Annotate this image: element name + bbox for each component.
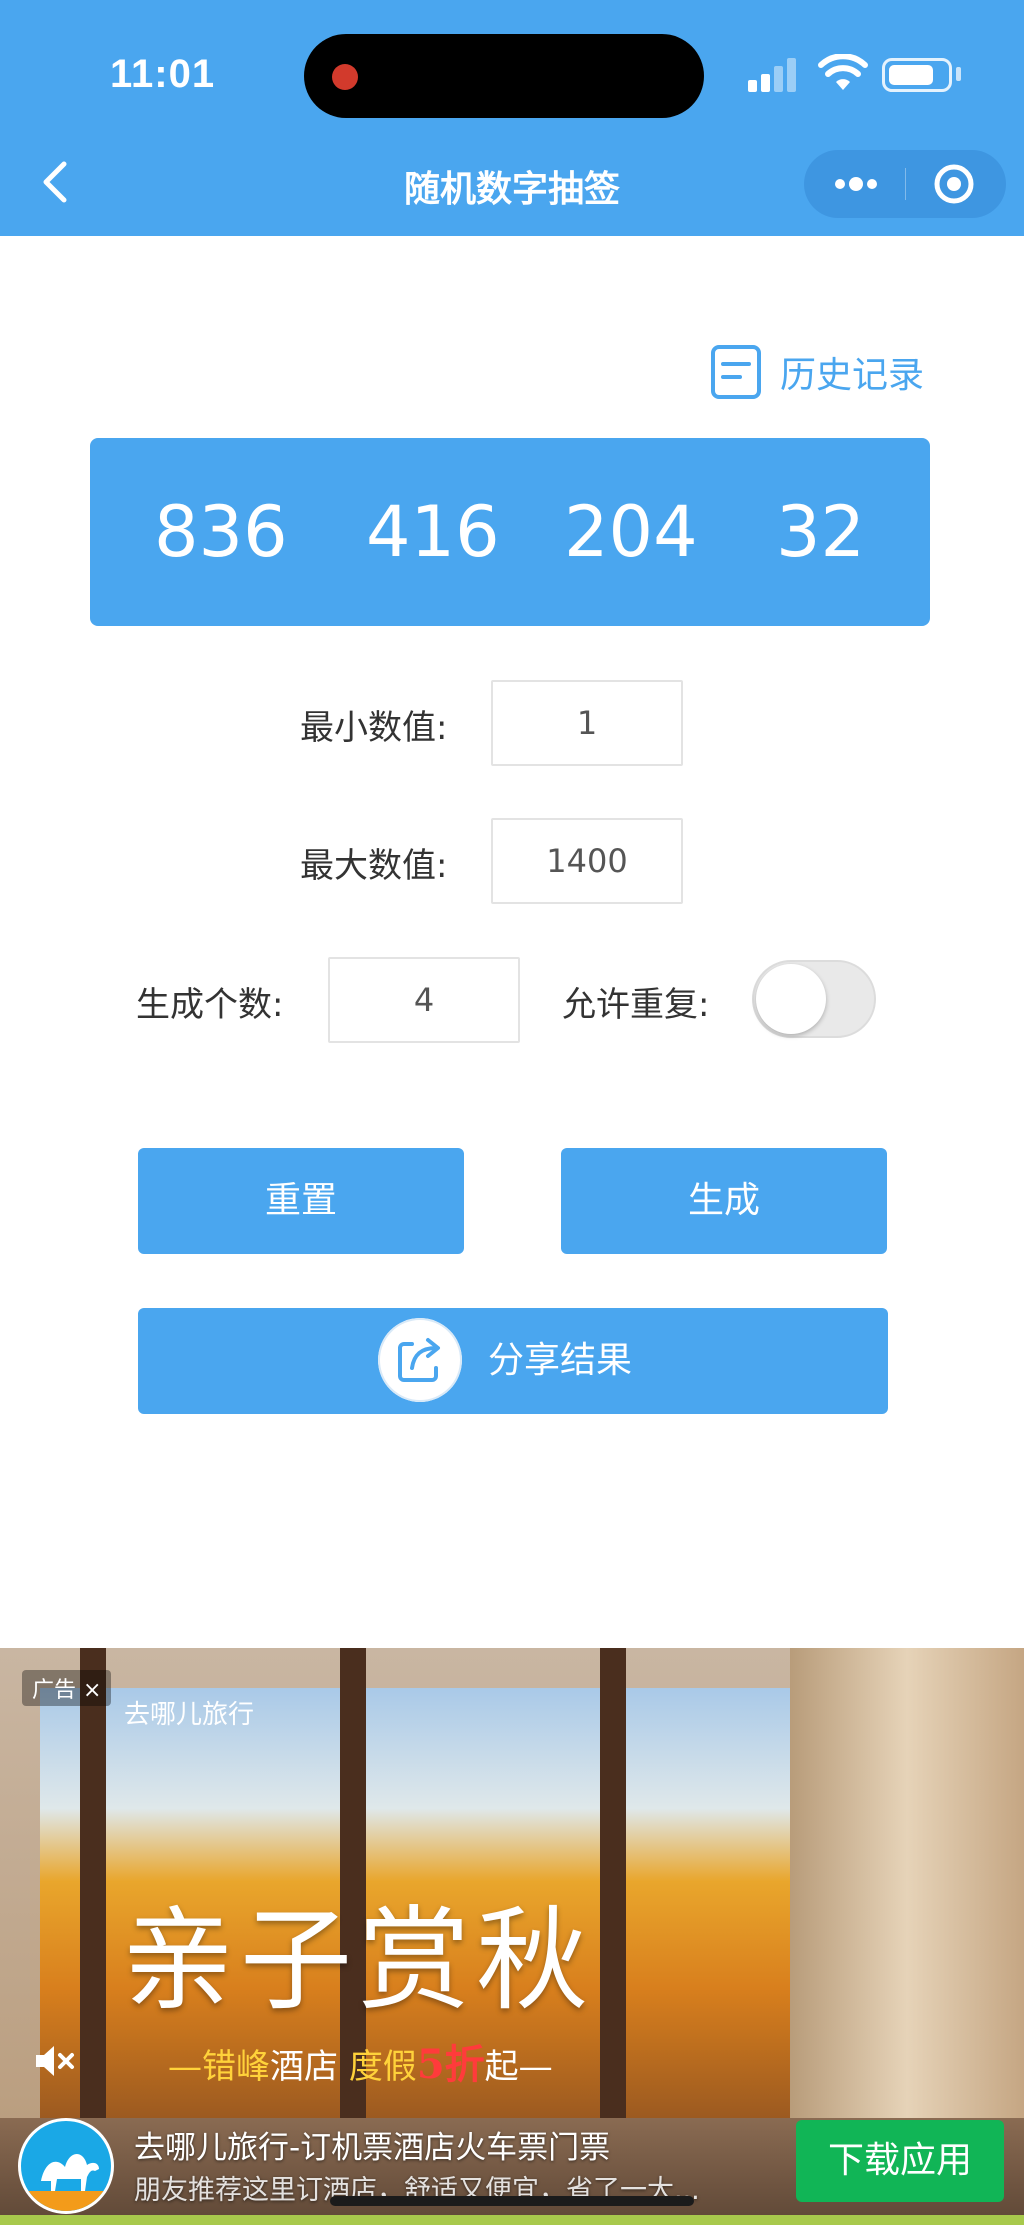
battery-cap — [956, 67, 961, 81]
bottom-strip — [0, 2215, 1024, 2225]
toggle-knob — [756, 964, 826, 1034]
mini-program-capsule — [804, 150, 1006, 218]
navigation-bar: 11:01 随机数字抽签 — [0, 0, 1024, 236]
ad-label[interactable]: 广告 × — [22, 1670, 112, 1706]
ad-brand-name: 去哪儿旅行 — [124, 1700, 255, 1730]
min-value-label: 最小数值: — [300, 708, 448, 748]
allow-repeat-toggle[interactable] — [752, 960, 876, 1038]
share-result-label: 分享结果 — [488, 1340, 633, 1381]
result-number: 416 — [366, 491, 500, 573]
result-number: 204 — [564, 491, 698, 573]
history-link[interactable]: 历史记录 — [710, 340, 940, 404]
share-result-button[interactable]: 分享结果 — [138, 1308, 888, 1414]
count-label: 生成个数: — [136, 985, 284, 1025]
result-display: 836 416 204 32 — [90, 438, 930, 626]
document-icon — [711, 345, 761, 399]
history-label: 历史记录 — [780, 355, 925, 396]
status-time: 11:01 — [110, 52, 216, 96]
capsule-divider — [905, 168, 906, 200]
ad-banner[interactable]: 广告 × 去哪儿旅行 亲子赏秋 —错峰酒店 度假5折起— 去哪儿旅行-订机票酒店… — [0, 1648, 1024, 2225]
dynamic-island — [304, 34, 704, 118]
ad-subheadline: —错峰酒店 度假5折起— — [168, 2041, 553, 2088]
min-value-input[interactable]: 1 — [491, 680, 683, 766]
share-icon — [378, 1318, 462, 1402]
reset-button[interactable]: 重置 — [138, 1148, 464, 1254]
advertiser-logo[interactable] — [18, 2118, 114, 2214]
recording-indicator — [332, 64, 358, 90]
battery-icon — [882, 58, 952, 92]
home-indicator — [330, 2196, 694, 2206]
result-number: 836 — [154, 491, 288, 573]
generate-button[interactable]: 生成 — [561, 1148, 887, 1254]
max-value-label: 最大数值: — [300, 846, 448, 886]
more-options-button[interactable] — [818, 160, 894, 208]
allow-repeat-label: 允许重复: — [562, 985, 710, 1025]
max-value-input[interactable]: 1400 — [491, 818, 683, 904]
download-app-button[interactable]: 下载应用 — [796, 2120, 1004, 2202]
wifi-icon — [818, 54, 868, 90]
close-mini-program-button[interactable] — [916, 160, 992, 208]
count-input[interactable]: 4 — [328, 957, 520, 1043]
ad-headline: 亲子赏秋 — [122, 1896, 594, 2026]
mute-icon[interactable] — [30, 2038, 76, 2084]
cellular-signal-icon — [748, 58, 798, 92]
result-number: 32 — [776, 491, 866, 573]
ad-title: 去哪儿旅行-订机票酒店火车票门票 — [134, 2130, 611, 2166]
